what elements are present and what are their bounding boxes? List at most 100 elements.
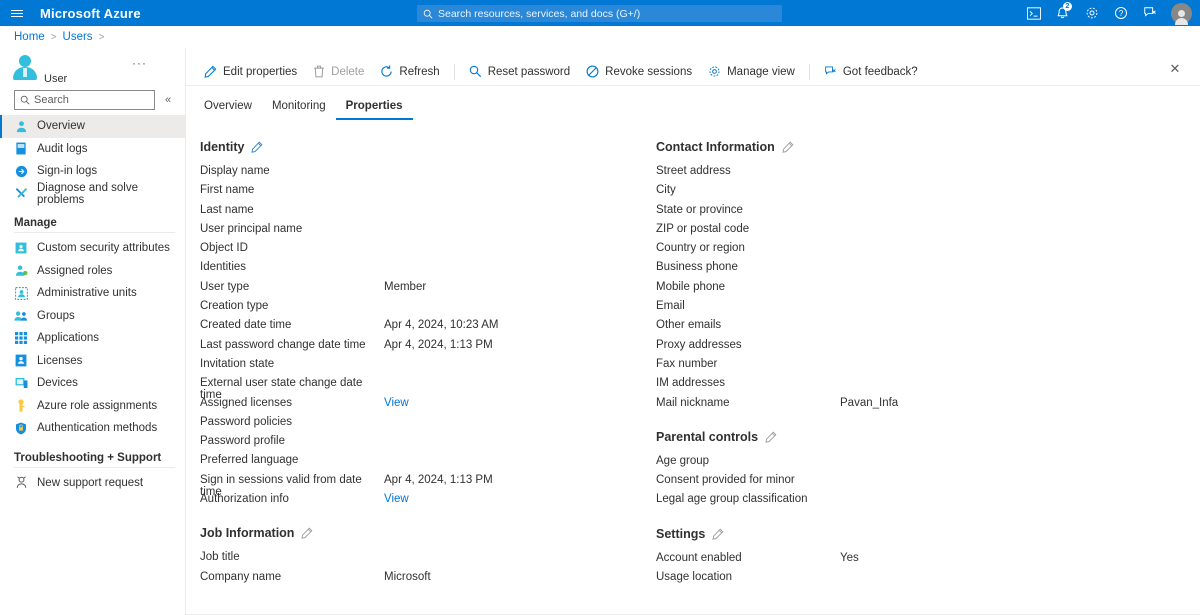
property-key: ZIP or postal code — [656, 222, 750, 235]
property-key: Last password change date time — [200, 338, 366, 351]
property-row: Job title — [200, 551, 656, 570]
collapse-menu-icon[interactable]: « — [159, 91, 177, 109]
notifications-bell-icon[interactable]: 2 — [1048, 0, 1077, 26]
cloud-shell-icon[interactable] — [1019, 0, 1048, 26]
command-label: Reset password — [487, 65, 571, 78]
brand-title[interactable]: Microsoft Azure — [34, 6, 141, 21]
sidebar-item-sign-in-logs[interactable]: Sign-in logs — [0, 160, 185, 183]
property-key: Proxy addresses — [656, 338, 742, 351]
sidebar-item-authentication-methods[interactable]: Authentication methods — [0, 417, 185, 440]
breadcrumb-item-users[interactable]: Users — [63, 31, 93, 43]
section-header-job-information: Job Information — [200, 526, 656, 540]
property-row: Other emails — [656, 319, 1112, 338]
sidebar-item-label: Devices — [37, 377, 78, 390]
help-question-icon[interactable]: ? — [1106, 0, 1135, 26]
sidebar-item-custom-security-attributes[interactable]: Custom security attributes — [0, 237, 185, 260]
delete-button[interactable]: Delete — [305, 60, 372, 84]
sidebar-item-azure-role-assignments[interactable]: Azure role assignments — [0, 395, 185, 418]
property-row: Mobile phone — [656, 281, 1112, 300]
authentication-methods-icon — [14, 421, 28, 435]
feedback-icon — [824, 65, 837, 78]
settings-gear-icon[interactable] — [1077, 0, 1106, 26]
devices-icon — [14, 376, 28, 390]
section-title: Parental controls — [656, 429, 759, 444]
property-key: Object ID — [200, 242, 248, 255]
property-row: External user state change date time — [200, 377, 656, 401]
property-key: Created date time — [200, 319, 292, 332]
sidebar-item-label: Azure role assignments — [37, 399, 158, 412]
property-row: Fax number — [656, 358, 1112, 377]
command-label: Manage view — [727, 65, 795, 78]
gear-icon — [708, 65, 721, 78]
property-row: Company name Microsoft — [200, 571, 656, 590]
section-title: Identity — [200, 140, 245, 154]
user-avatar-icon — [12, 54, 38, 80]
authorization-info-view-link[interactable]: View — [384, 493, 409, 505]
sidebar-item-applications[interactable]: Applications — [0, 327, 185, 350]
property-key: Email — [656, 300, 685, 313]
hamburger-icon[interactable] — [0, 0, 34, 26]
close-icon[interactable]: ✕ — [1166, 60, 1184, 78]
property-row: Mail nickname Pavan_Infa — [656, 397, 1112, 416]
sidebar-item-assigned-roles[interactable]: Assigned roles — [0, 260, 185, 283]
assigned-licenses-view-link[interactable]: View — [384, 397, 409, 409]
property-value: Microsoft — [384, 570, 431, 583]
more-options-icon[interactable]: ··· — [132, 56, 147, 70]
property-value: Apr 4, 2024, 1:13 PM — [384, 473, 493, 486]
property-key: Creation type — [200, 300, 269, 313]
property-key: Company name — [200, 570, 282, 583]
property-row: City — [656, 184, 1112, 203]
manage-view-button[interactable]: Manage view — [700, 60, 803, 84]
property-row: Legal age group classification — [656, 493, 1112, 512]
property-key: Preferred language — [200, 454, 299, 467]
search-icon — [423, 9, 433, 18]
tab-overview[interactable]: Overview — [194, 100, 262, 120]
tab-monitoring[interactable]: Monitoring — [262, 100, 336, 120]
edit-properties-button[interactable]: Edit properties — [196, 60, 305, 84]
edit-job-information-pencil-icon[interactable] — [301, 527, 313, 540]
revoke-sessions-button[interactable]: Revoke sessions — [578, 60, 700, 84]
edit-parental-controls-pencil-icon[interactable] — [765, 431, 777, 443]
property-row: Preferred language — [200, 454, 656, 473]
sidebar-item-audit-logs[interactable]: Audit logs — [0, 138, 185, 161]
avatar[interactable] — [1171, 2, 1192, 25]
property-key: State or province — [656, 203, 743, 216]
sidebar-item-groups[interactable]: Groups — [0, 305, 185, 328]
search-input[interactable]: Search — [14, 90, 155, 110]
command-label: Delete — [331, 65, 365, 78]
edit-settings-pencil-icon[interactable] — [712, 528, 724, 540]
property-row: Consent provided for minor — [656, 474, 1112, 493]
global-search-input[interactable]: Search resources, services, and docs (G+… — [417, 5, 782, 22]
sidebar-item-licenses[interactable]: Licenses — [0, 350, 185, 373]
feedback-icon[interactable] — [1135, 0, 1164, 26]
property-key: Other emails — [656, 319, 722, 332]
got-feedback-button[interactable]: Got feedback? — [816, 60, 926, 84]
edit-identity-pencil-icon[interactable] — [251, 141, 263, 153]
section-header-contact-information: Contact Information — [656, 140, 1112, 154]
reset-password-button[interactable]: Reset password — [461, 60, 578, 84]
search-placeholder: Search — [34, 94, 69, 106]
property-key: City — [656, 184, 676, 197]
breadcrumb-item-home[interactable]: Home — [14, 31, 45, 43]
sidebar-item-label: Authentication methods — [37, 422, 158, 435]
sidebar-item-diagnose-and-solve-problems[interactable]: Diagnose and solve problems — [0, 182, 185, 206]
property-row: State or province — [656, 204, 1112, 223]
sidebar-item-new-support-request[interactable]: New support request — [0, 472, 185, 495]
section-header-parental-controls: Parental controls — [656, 430, 1112, 444]
property-row: Identities — [200, 261, 656, 280]
sidebar-item-overview[interactable]: Overview — [0, 115, 185, 138]
assigned-roles-icon — [14, 264, 28, 278]
property-row: First name — [200, 184, 656, 203]
sidebar-item-devices[interactable]: Devices — [0, 372, 185, 395]
edit-contact-information-pencil-icon[interactable] — [782, 141, 794, 153]
refresh-button[interactable]: Refresh — [372, 60, 447, 84]
sidebar-item-administrative-units[interactable]: Administrative units — [0, 282, 185, 305]
property-row: Country or region — [656, 242, 1112, 261]
property-value: Apr 4, 2024, 1:13 PM — [384, 338, 493, 351]
tab-properties[interactable]: Properties — [335, 100, 413, 120]
tab-strip: Overview Monitoring Properties — [186, 92, 1200, 120]
property-row: Email — [656, 300, 1112, 319]
property-key: Age group — [656, 454, 710, 467]
resource-menu-search-row: Search « — [0, 90, 185, 110]
breadcrumb: Home > Users > — [0, 26, 1200, 48]
